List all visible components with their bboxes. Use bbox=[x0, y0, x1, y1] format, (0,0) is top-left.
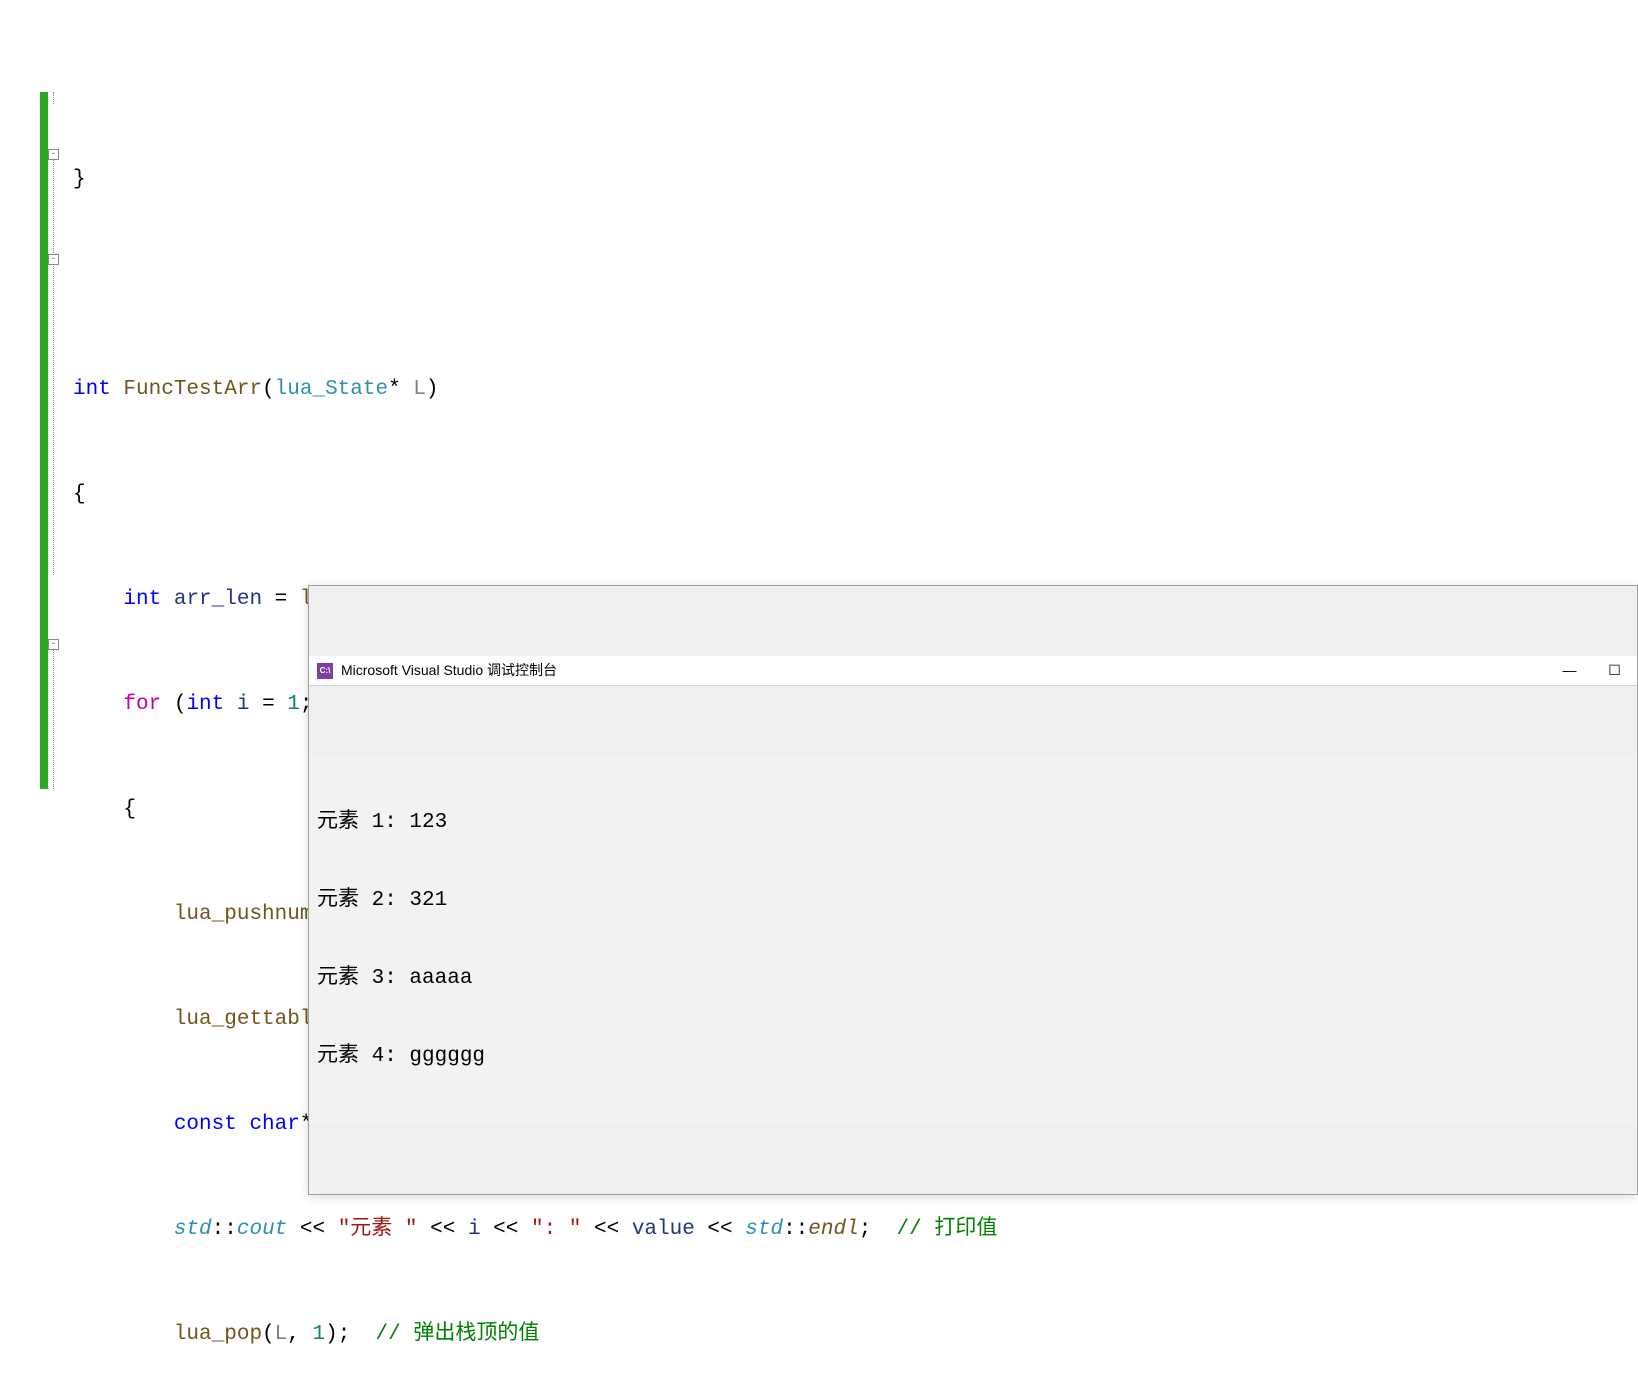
gutter bbox=[0, 92, 40, 789]
console-title: Microsoft Visual Studio 调试控制台 bbox=[341, 653, 557, 688]
console-window[interactable]: C:\ Microsoft Visual Studio 调试控制台 — ☐ 元素… bbox=[308, 585, 1638, 1195]
fold-icon[interactable]: - bbox=[48, 639, 59, 650]
console-output-line: 元素 4: gggggg bbox=[317, 1044, 1629, 1070]
code-line-blank bbox=[68, 267, 1638, 302]
code-line: { bbox=[68, 477, 1638, 512]
code-editor[interactable]: - - - } int FuncTestArr(lua_State* L) { … bbox=[0, 92, 1638, 789]
code-line-func-decl: int FuncTestArr(lua_State* L) bbox=[68, 372, 1638, 407]
fold-icon[interactable]: - bbox=[48, 149, 59, 160]
console-output-line: 元素 1: 123 bbox=[317, 810, 1629, 836]
code-line: lua_pop(L, 1); // 弹出栈顶的值 bbox=[68, 1317, 1638, 1352]
minimize-button[interactable]: — bbox=[1547, 656, 1592, 686]
code-line: } bbox=[68, 162, 1638, 197]
console-body: 元素 1: 123 元素 2: 321 元素 3: aaaaa 元素 4: gg… bbox=[309, 756, 1637, 1124]
console-icon: C:\ bbox=[317, 663, 333, 679]
fold-icon[interactable]: - bbox=[48, 254, 59, 265]
change-marker-bar bbox=[40, 92, 48, 789]
console-output-line: 元素 3: aaaaa bbox=[317, 966, 1629, 992]
code-area[interactable]: } int FuncTestArr(lua_State* L) { int ar… bbox=[68, 92, 1638, 789]
code-line: std::cout << "元素 " << i << ": " << value… bbox=[68, 1212, 1638, 1247]
console-output-line: 元素 2: 321 bbox=[317, 888, 1629, 914]
fold-column: - - - bbox=[48, 92, 68, 789]
console-titlebar[interactable]: C:\ Microsoft Visual Studio 调试控制台 — ☐ bbox=[309, 656, 1637, 686]
window-controls: — ☐ bbox=[1547, 656, 1637, 686]
maximize-button[interactable]: ☐ bbox=[1592, 656, 1637, 686]
